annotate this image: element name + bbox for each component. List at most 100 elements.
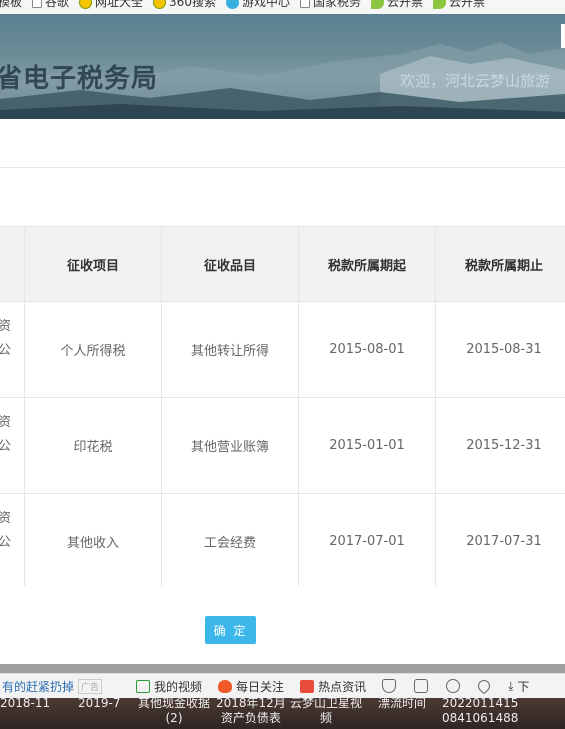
image-icon[interactable]	[414, 679, 429, 693]
plus-icon	[153, 0, 167, 9]
bookmark-label: 网址大全	[95, 0, 144, 9]
bookmark-label: 云开票	[386, 0, 423, 9]
taskbar-item-label: 云梦山卫星视	[290, 696, 363, 710]
download-button[interactable]: ⤓ 下	[508, 678, 529, 695]
download-label: 下	[517, 679, 530, 694]
game-icon	[225, 0, 239, 9]
cell-period-end: 2017-07-31	[466, 534, 542, 549]
bookmark-label: 国家税务	[312, 0, 361, 9]
taskbar-item-label: 资产负债表	[220, 711, 281, 725]
daily-follow-label: 每日关注	[236, 679, 285, 694]
bookmark-game-center[interactable]: 游戏中心	[225, 0, 290, 9]
page-icon	[32, 0, 43, 8]
leaf-icon	[370, 0, 384, 9]
welcome-text: 欢迎，河北云梦山旅游	[400, 72, 551, 90]
fire-icon	[218, 679, 233, 693]
taskbar-item-label: 2022011415	[442, 696, 519, 710]
bookmark-google[interactable]: 谷歌	[32, 0, 69, 9]
taskbar-item-label: 漂流时间	[378, 696, 427, 710]
bookmark-360-search[interactable]: 360搜索	[153, 0, 216, 9]
plus-icon	[79, 0, 93, 9]
taskbar-item-label: 0841061488	[442, 711, 519, 725]
my-videos-label: 我的视频	[154, 679, 203, 694]
table-row: 资公 其他收入 工会经费 2017-07-01 2017-07-31	[0, 494, 565, 590]
bookmarks-bar: 模板 谷歌 网址大全 360搜索 游戏中心 国家税务 云开票 云开票	[0, 0, 565, 14]
leaf-icon	[433, 0, 446, 9]
header-collection-category: 征收品目	[203, 259, 256, 274]
truncated-text: 资	[0, 415, 12, 430]
column-divider	[435, 226, 436, 586]
header-period-end: 税款所属期止	[464, 259, 543, 274]
taskbar-item-label: 频	[320, 711, 333, 725]
taskbar-item[interactable]: 2018-11	[0, 696, 50, 711]
bookmark-label: 模板	[0, 0, 23, 9]
taskbar-item[interactable]: 漂流时间	[378, 696, 426, 711]
hot-news-label: 热点资讯	[318, 679, 367, 694]
bookmark-cloud-invoice-2[interactable]: 云开票	[433, 0, 485, 9]
truncated-text: 公	[0, 439, 12, 454]
bookmark-url-directory[interactable]: 网址大全	[79, 0, 143, 9]
health-icon[interactable]	[446, 679, 461, 693]
news-icon	[300, 679, 315, 693]
cell-collection-item: 个人所得税	[60, 344, 126, 359]
video-icon	[136, 679, 151, 693]
header-collection-item: 征收项目	[66, 259, 119, 274]
header-period-start: 税款所属期起	[327, 259, 406, 274]
bookmark-national-tax[interactable]: 国家税务	[299, 0, 361, 9]
truncated-cell: 资公	[0, 507, 18, 555]
hot-news-button[interactable]: 热点资讯	[300, 678, 366, 695]
taskbar: 2018-11 2019-7 其他现金收据 (2) 2018年12月 资产负债表 云…	[0, 696, 565, 729]
taskbar-item-label: 其他现金收据	[138, 696, 211, 710]
cell-collection-category: 工会经费	[203, 536, 256, 551]
taskbar-item[interactable]: 2019-7	[78, 696, 121, 711]
bookmark-label: 谷歌	[45, 0, 70, 9]
truncated-cell: 资公	[0, 411, 18, 459]
shield-icon[interactable]	[382, 679, 397, 693]
bookmark-label: 云开票	[449, 0, 486, 9]
cell-collection-category: 其他转让所得	[190, 344, 269, 359]
cell-collection-category: 其他营业账簿	[190, 440, 269, 455]
site-title: 省电子税务局	[0, 64, 159, 94]
daily-follow-button[interactable]: 每日关注	[218, 678, 284, 695]
my-videos-button[interactable]: 我的视频	[136, 678, 202, 695]
confirm-button[interactable]: 确 定	[205, 616, 256, 644]
truncated-text: 公	[0, 535, 12, 550]
page-bottom-bar	[0, 664, 565, 673]
truncated-text: 公	[0, 343, 12, 358]
bookmark-label: 360搜索	[169, 0, 216, 9]
rocket-icon[interactable]	[475, 677, 493, 695]
page-icon	[299, 0, 310, 8]
bookmark-label: 游戏中心	[241, 0, 290, 9]
taskbar-item-label: (2)	[165, 711, 183, 725]
column-divider	[161, 226, 162, 586]
ad-badge: 广告	[78, 678, 103, 694]
banner-edge-box	[561, 24, 565, 48]
truncated-cell: 资公	[0, 315, 18, 363]
column-divider	[24, 226, 25, 586]
table-row: 资公 个人所得税 其他转让所得 2015-08-01 2015-08-31	[0, 302, 565, 398]
cell-period-start: 2015-08-01	[329, 342, 405, 357]
taskbar-item[interactable]: 2022011415 0841061488	[442, 696, 518, 726]
site-banner: 省电子税务局 欢迎，河北云梦山旅游	[0, 14, 565, 119]
table-header: 征收项目 征收品目 税款所属期起 税款所属期止	[0, 226, 565, 302]
truncated-text: 资	[0, 511, 12, 526]
browser-status-bar: 有的赶紧扔掉 广告 我的视频 每日关注 热点资讯 ⤓ 下	[0, 673, 565, 698]
cell-collection-item: 印花税	[73, 440, 113, 455]
divider	[0, 167, 565, 168]
truncated-text: 资	[0, 319, 12, 334]
cell-collection-item: 其他收入	[66, 536, 119, 551]
taskbar-item-label: 2018-11	[0, 696, 51, 710]
taskbar-item[interactable]: 其他现金收据 (2)	[138, 696, 210, 726]
download-icon: ⤓	[508, 678, 514, 693]
table-row: 资公 印花税 其他营业账簿 2015-01-01 2015-12-31	[0, 398, 565, 494]
cell-period-start: 2015-01-01	[329, 438, 405, 453]
bookmark-templates[interactable]: 模板	[0, 0, 22, 9]
news-ticker-link[interactable]: 有的赶紧扔掉	[2, 678, 74, 695]
taskbar-item[interactable]: 云梦山卫星视频	[290, 696, 362, 726]
taskbar-item-label: 2019-7	[78, 696, 121, 710]
cell-period-end: 2015-12-31	[466, 438, 542, 453]
bookmark-cloud-invoice-1[interactable]: 云开票	[370, 0, 423, 9]
cell-period-end: 2015-08-31	[466, 342, 542, 357]
taskbar-item-label: 2018年12月	[216, 696, 286, 710]
taskbar-item[interactable]: 2018年12月 资产负债表	[216, 696, 286, 726]
